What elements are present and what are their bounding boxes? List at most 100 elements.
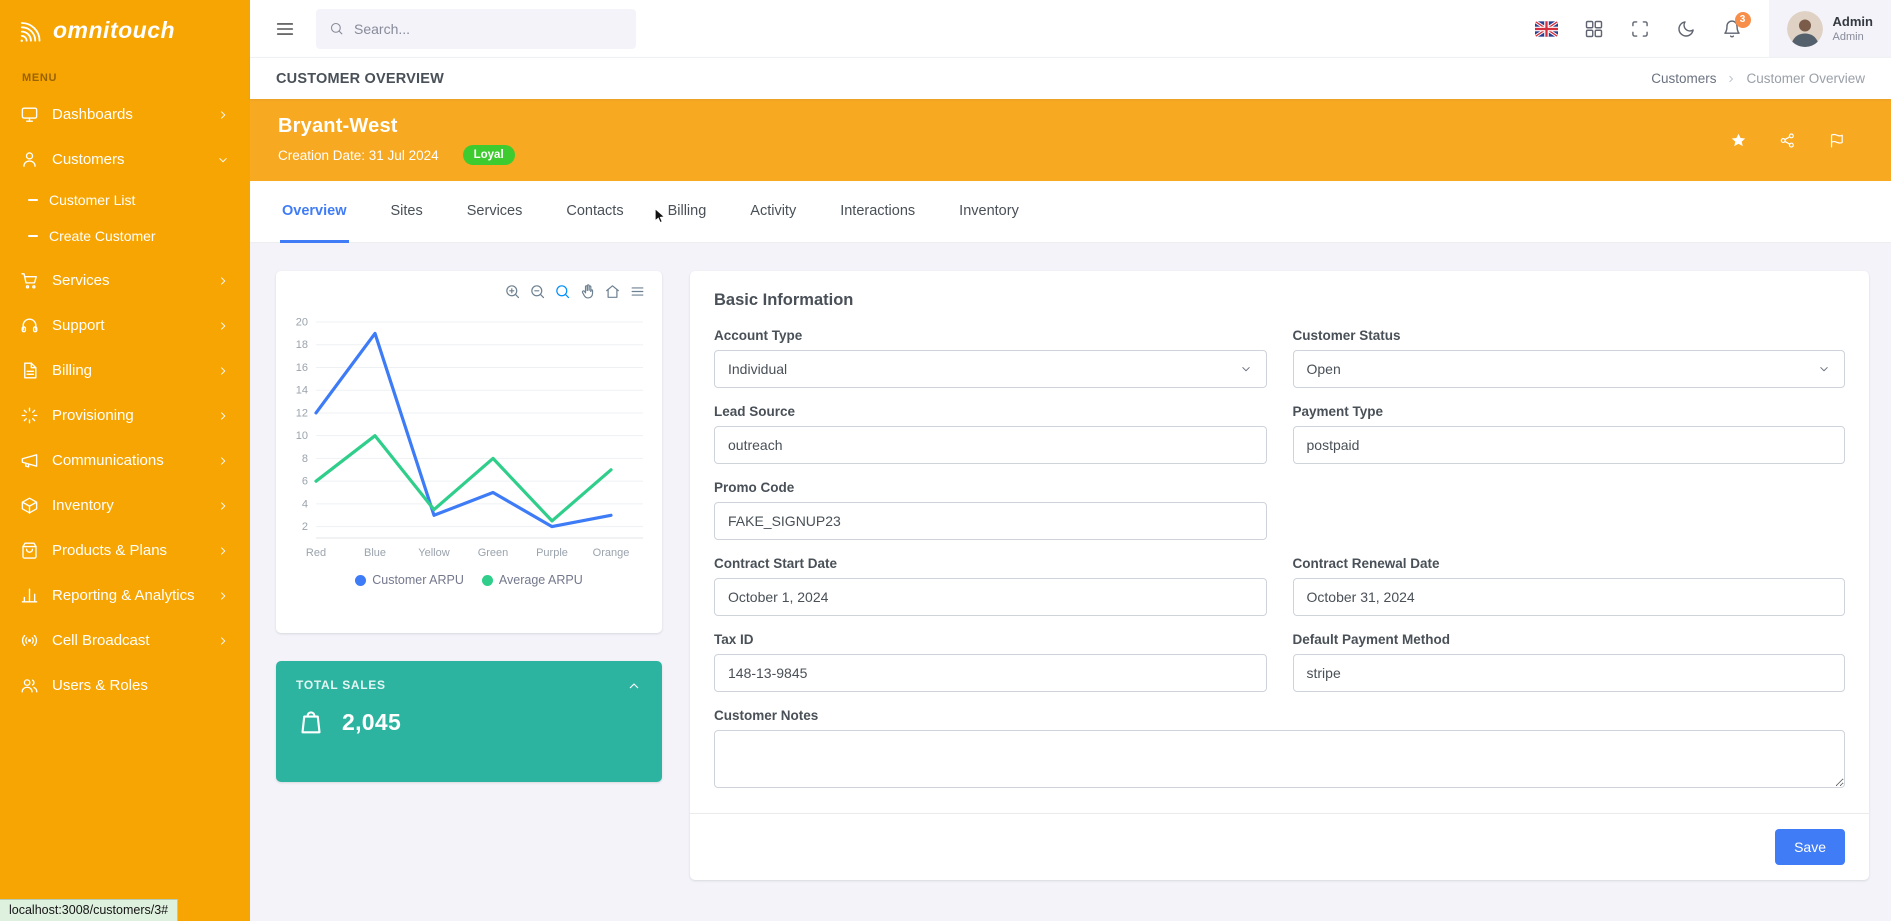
- tab-billing[interactable]: Billing: [666, 181, 709, 243]
- sidebar-item-label: Products & Plans: [52, 542, 203, 559]
- field-account-type: Account Type Individual: [714, 328, 1267, 388]
- sidebar-item-dashboards[interactable]: Dashboards: [0, 92, 250, 137]
- chevron-right-icon: [216, 364, 230, 378]
- apps-grid-icon[interactable]: [1584, 19, 1604, 39]
- sidebar-toggle-icon[interactable]: [274, 18, 296, 40]
- tab-sites[interactable]: Sites: [389, 181, 425, 243]
- chevron-down-icon: [216, 153, 230, 167]
- sidebar-item-services[interactable]: Services: [0, 258, 250, 303]
- sidebar-item-communications[interactable]: Communications: [0, 438, 250, 483]
- chart-toolbar: [289, 283, 649, 300]
- svg-text:Yellow: Yellow: [418, 547, 449, 559]
- customer-status-select[interactable]: Open: [1293, 350, 1846, 388]
- dark-mode-icon[interactable]: [1676, 19, 1696, 39]
- sidebar-subitem-create-customer[interactable]: Create Customer: [0, 218, 250, 254]
- app-root: omnitouch MENU DashboardsCustomersCustom…: [0, 0, 1891, 921]
- sidebar-subitem-customer-list[interactable]: Customer List: [0, 182, 250, 218]
- promo-code-input[interactable]: [714, 502, 1267, 540]
- sidebar-item-label: Provisioning: [52, 407, 203, 424]
- inventory-icon: [20, 496, 39, 515]
- favorite-star-icon[interactable]: [1730, 132, 1747, 149]
- tab-services[interactable]: Services: [465, 181, 525, 243]
- svg-text:4: 4: [302, 498, 308, 510]
- tab-inventory[interactable]: Inventory: [957, 181, 1021, 243]
- provisioning-icon: [20, 406, 39, 425]
- sidebar-item-support[interactable]: Support: [0, 303, 250, 348]
- sidebar-item-reporting-analytics[interactable]: Reporting & Analytics: [0, 573, 250, 618]
- field-lead-source: Lead Source: [714, 404, 1267, 464]
- customer-notes-label: Customer Notes: [714, 708, 1845, 723]
- legend-item-average-arpu[interactable]: Average ARPU: [482, 573, 583, 587]
- tab-overview[interactable]: Overview: [280, 181, 349, 243]
- sidebar-item-provisioning[interactable]: Provisioning: [0, 393, 250, 438]
- svg-text:6: 6: [302, 476, 308, 488]
- products-plans-icon: [20, 541, 39, 560]
- notifications-button[interactable]: 3: [1722, 19, 1742, 39]
- selection-zoom-icon[interactable]: [554, 283, 571, 300]
- reporting-icon: [20, 586, 39, 605]
- user-menu[interactable]: Admin Admin: [1769, 0, 1891, 57]
- contract-start-date-input[interactable]: [714, 578, 1267, 616]
- basic-information-card: Basic Information Account TypeIndividual…: [690, 271, 1869, 880]
- svg-text:10: 10: [296, 430, 308, 442]
- browser-status-link: localhost:3008/customers/3#: [0, 899, 178, 921]
- app-logo[interactable]: omnitouch: [0, 0, 250, 56]
- breadcrumb-parent-link[interactable]: Customers: [1651, 71, 1716, 86]
- sidebar-item-users-roles[interactable]: Users & Roles: [0, 663, 250, 708]
- contract-renewal-date-input[interactable]: [1293, 578, 1846, 616]
- default-payment-method-label: Default Payment Method: [1293, 632, 1846, 647]
- account-type-label: Account Type: [714, 328, 1267, 343]
- lead-source-input[interactable]: [714, 426, 1267, 464]
- language-flag-icon[interactable]: [1535, 21, 1558, 37]
- reset-home-icon[interactable]: [604, 283, 621, 300]
- billing-icon: [20, 361, 39, 380]
- page-title: CUSTOMER OVERVIEW: [276, 71, 444, 87]
- legend-dot: [482, 575, 493, 586]
- search-input[interactable]: [316, 9, 636, 49]
- chevron-right-icon: [216, 108, 230, 122]
- save-button[interactable]: Save: [1775, 829, 1845, 865]
- fullscreen-icon[interactable]: [1630, 19, 1650, 39]
- sidebar-item-products-plans[interactable]: Products & Plans: [0, 528, 250, 573]
- field-customer-status: Customer StatusOpen: [1293, 328, 1846, 388]
- tab-contacts[interactable]: Contacts: [564, 181, 625, 243]
- basic-information-form: Account Type Individual Customer StatusOpe…: [690, 320, 1869, 813]
- tab-interactions[interactable]: Interactions: [838, 181, 917, 243]
- pan-icon[interactable]: [579, 283, 596, 300]
- sidebar-item-label: Reporting & Analytics: [52, 587, 203, 604]
- customers-icon: [20, 150, 39, 169]
- sidebar: omnitouch MENU DashboardsCustomersCustom…: [0, 0, 250, 921]
- flag-icon[interactable]: [1828, 132, 1845, 149]
- field-promo-code: Promo Code: [714, 480, 1267, 540]
- tab-activity[interactable]: Activity: [748, 181, 798, 243]
- default-payment-method-input[interactable]: [1293, 654, 1846, 692]
- collapse-chevron-icon[interactable]: [626, 678, 642, 694]
- sidebar-item-label: Customers: [52, 151, 203, 168]
- tax-id-input[interactable]: [714, 654, 1267, 692]
- share-icon[interactable]: [1779, 132, 1796, 149]
- svg-text:Blue: Blue: [364, 547, 386, 559]
- sidebar-item-customers[interactable]: Customers: [0, 137, 250, 182]
- support-icon: [20, 316, 39, 335]
- dash-icon: [28, 199, 38, 201]
- svg-text:Green: Green: [478, 547, 509, 559]
- legend-item-customer-arpu[interactable]: Customer ARPU: [355, 573, 464, 587]
- zoom-in-icon[interactable]: [504, 283, 521, 300]
- sidebar-item-label: Communications: [52, 452, 203, 469]
- sidebar-item-inventory[interactable]: Inventory: [0, 483, 250, 528]
- payment-type-input[interactable]: [1293, 426, 1846, 464]
- sidebar-item-label: Users & Roles: [52, 677, 230, 694]
- arpu-chart: 2468101214161820RedBlueYellowGreenPurple…: [289, 310, 649, 569]
- chart-menu-icon[interactable]: [629, 283, 646, 300]
- sidebar-item-billing[interactable]: Billing: [0, 348, 250, 393]
- account-type-select[interactable]: Individual: [714, 350, 1267, 388]
- breadcrumb-chevron-icon: [1725, 73, 1737, 85]
- left-column: 2468101214161820RedBlueYellowGreenPurple…: [276, 271, 662, 921]
- total-sales-value: 2,045: [342, 709, 401, 736]
- svg-text:Purple: Purple: [536, 547, 568, 559]
- zoom-out-icon[interactable]: [529, 283, 546, 300]
- payment-type-label: Payment Type: [1293, 404, 1846, 419]
- sidebar-item-cell-broadcast[interactable]: Cell Broadcast: [0, 618, 250, 663]
- customer-notes-textarea[interactable]: [714, 730, 1845, 788]
- sidebar-item-label: Services: [52, 272, 203, 289]
